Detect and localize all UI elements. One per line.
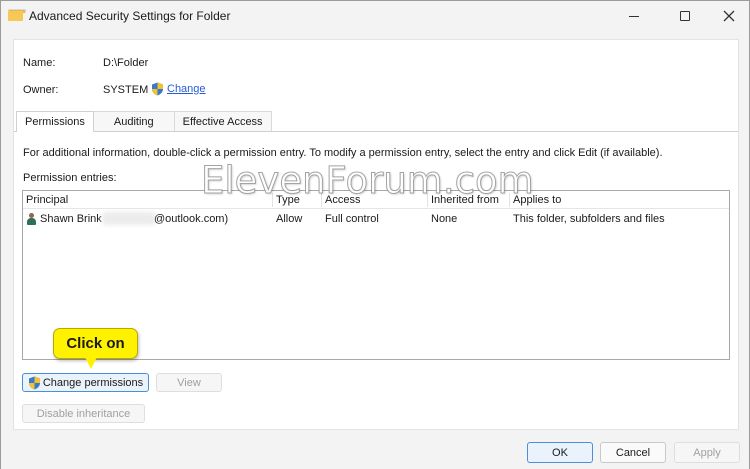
principal-name: Shawn Brink [40, 213, 102, 225]
folder-icon [8, 9, 26, 21]
column-type[interactable]: Type [276, 194, 300, 206]
close-button[interactable] [706, 1, 750, 31]
minimize-button[interactable] [611, 1, 657, 31]
entry-type: Allow [276, 213, 303, 225]
callout-pointer [85, 357, 97, 369]
tab-strip: Permissions Auditing Effective Access [16, 111, 272, 132]
click-on-callout: Click on [53, 328, 138, 359]
view-button[interactable]: View [156, 373, 222, 392]
user-icon [26, 213, 36, 225]
close-icon [723, 10, 735, 22]
apply-button[interactable]: Apply [674, 442, 740, 463]
entry-access: Full control [325, 213, 379, 225]
uac-shield-icon [152, 82, 163, 96]
content-panel: Name: D:\Folder Owner: SYSTEM Change Per… [13, 39, 739, 430]
minimize-icon [629, 15, 639, 17]
permission-entries-label: Permission entries: [23, 172, 117, 184]
column-access[interactable]: Access [325, 194, 360, 206]
list-header: Principal Type Access Inherited from App… [23, 191, 729, 209]
principal-email: @outlook.com) [154, 213, 229, 225]
tab-divider [14, 131, 738, 132]
name-value: D:\Folder [103, 57, 149, 69]
window-title: Advanced Security Settings for Folder [29, 9, 231, 23]
maximize-button[interactable] [662, 1, 708, 31]
change-permissions-button[interactable]: Change permissions [22, 373, 149, 392]
tab-effective-access[interactable]: Effective Access [173, 111, 272, 131]
column-principal[interactable]: Principal [26, 194, 68, 206]
owner-value: SYSTEM [103, 84, 149, 96]
owner-change-label[interactable]: Change [167, 83, 206, 95]
redacted-area [102, 212, 156, 225]
ok-button[interactable]: OK [527, 442, 593, 463]
tab-auditing[interactable]: Auditing [92, 111, 175, 131]
dialog-footer: OK Cancel Apply [1, 431, 749, 469]
tab-permissions[interactable]: Permissions [16, 111, 94, 132]
title-bar[interactable]: Advanced Security Settings for Folder [1, 1, 749, 31]
name-label: Name: [23, 57, 56, 69]
uac-shield-icon [28, 376, 40, 389]
change-permissions-label: Change permissions [42, 376, 144, 389]
column-inherited-from[interactable]: Inherited from [431, 194, 499, 206]
entry-applies-to: This folder, subfolders and files [513, 213, 665, 225]
owner-label: Owner: [23, 84, 59, 96]
table-row[interactable]: Shawn Brink @outlook.com) Allow Full con… [23, 210, 729, 228]
disable-inheritance-button[interactable]: Disable inheritance [22, 404, 145, 423]
cancel-button[interactable]: Cancel [600, 442, 666, 463]
entry-inherited-from: None [431, 213, 458, 225]
info-text: For additional information, double-click… [23, 147, 663, 159]
owner-change-link[interactable]: Change [151, 82, 206, 96]
maximize-icon [680, 11, 690, 21]
advanced-security-window: Advanced Security Settings for Folder Na… [0, 0, 750, 469]
column-applies-to[interactable]: Applies to [513, 194, 561, 206]
